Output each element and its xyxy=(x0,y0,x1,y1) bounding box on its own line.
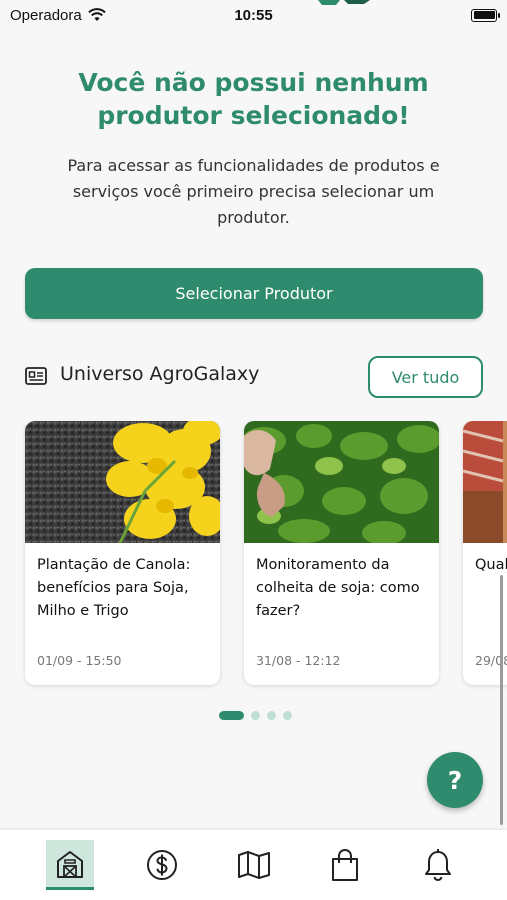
bell-icon xyxy=(425,849,451,882)
map-icon xyxy=(238,851,270,879)
shopping-bag-icon xyxy=(332,848,358,881)
tab-finance[interactable] xyxy=(138,840,186,890)
carousel-pagination xyxy=(0,711,507,720)
pagination-dot[interactable] xyxy=(283,711,292,720)
pagination-dot-active[interactable] xyxy=(219,711,244,720)
wifi-icon xyxy=(88,8,106,21)
pagination-dot[interactable] xyxy=(251,711,260,720)
tab-map[interactable] xyxy=(230,840,278,890)
tab-notifications[interactable] xyxy=(414,840,462,890)
news-card[interactable]: Plantação de Canola: benefícios para Soj… xyxy=(25,421,220,685)
see-all-button[interactable]: Ver tudo xyxy=(368,356,483,398)
empty-state-title: Você não possui nenhum produtor selecion… xyxy=(78,68,429,130)
soybean-image xyxy=(244,421,439,543)
news-card-title: Qual ter u soja? xyxy=(475,557,507,573)
scrollbar[interactable] xyxy=(500,575,503,825)
battery-icon xyxy=(471,8,500,22)
news-card-title: Monitoramento da colheita de soja: como … xyxy=(256,557,420,619)
news-card-date: 01/09 - 15:50 xyxy=(37,653,122,668)
logo-fragment xyxy=(318,0,370,5)
empty-state-description: Para acessar as funcionalidades de produ… xyxy=(67,156,440,227)
universe-section-header: Universo AgroGalaxy Ver tudo xyxy=(25,356,483,398)
canola-image xyxy=(25,421,220,543)
tab-home[interactable] xyxy=(46,840,94,890)
newspaper-icon xyxy=(25,367,47,385)
news-card-title: Plantação de Canola: benefícios para Soj… xyxy=(37,557,191,619)
dollar-icon xyxy=(147,850,177,880)
help-button[interactable]: ? xyxy=(427,752,483,808)
select-producer-button[interactable]: Selecionar Produtor xyxy=(25,268,483,319)
news-carousel[interactable]: Plantação de Canola: benefícios para Soj… xyxy=(0,421,507,691)
bottom-tab-bar xyxy=(0,830,507,900)
news-card[interactable]: Monitoramento da colheita de soja: como … xyxy=(244,421,439,685)
barn-icon xyxy=(57,850,83,878)
status-bar: Operadora 10:55 xyxy=(0,0,507,30)
universe-section-title: Universo AgroGalaxy xyxy=(60,363,260,385)
pagination-dot[interactable] xyxy=(267,711,276,720)
status-left: Operadora xyxy=(10,7,106,24)
news-card-date: 31/08 - 12:12 xyxy=(256,653,341,668)
farmer-image xyxy=(463,421,507,543)
carrier-label: Operadora xyxy=(10,6,82,24)
tab-shop[interactable] xyxy=(321,840,369,890)
